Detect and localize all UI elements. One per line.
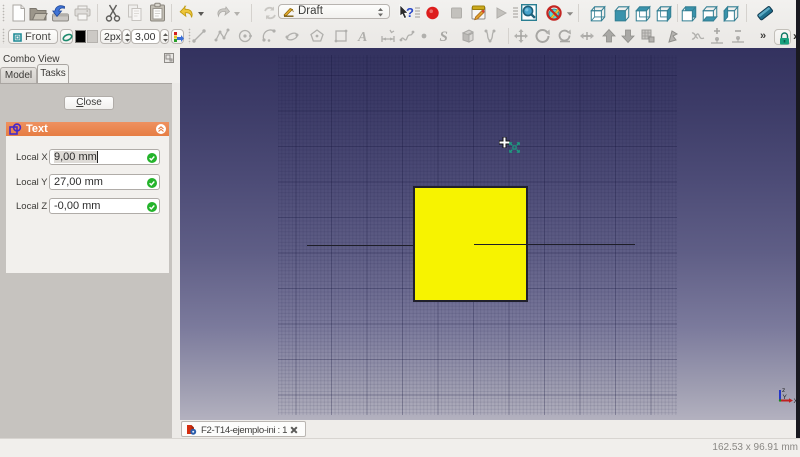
svg-text:X: X [794,398,797,405]
svg-text:Y: Y [783,394,788,401]
svg-text:z: z [782,387,785,394]
svg-text:A: A [357,30,367,45]
svg-text:S: S [440,29,448,45]
svg-text:?: ? [406,5,414,20]
